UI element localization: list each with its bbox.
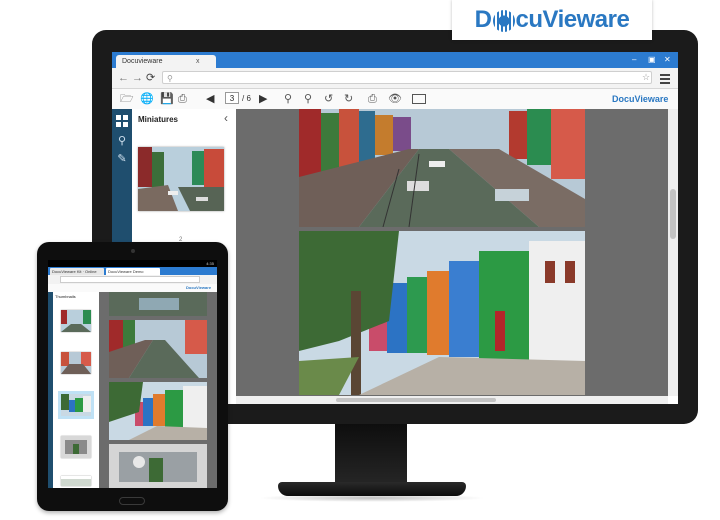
viewer-toolbar: 🗁 🌐 💾 ⎙ ◀ 3 / 6 ▶ ⚲ ⚲ ↺ ↻ ⎙ 👁 DocuViewar…: [112, 89, 678, 110]
tablet-url-input[interactable]: [60, 276, 200, 283]
tablet-document-view[interactable]: [99, 292, 217, 488]
window-close-icon[interactable]: ✕: [664, 55, 671, 65]
browser-tab-title: Docuvieware: [122, 58, 163, 65]
panel-title: Miniatures: [138, 115, 179, 124]
tablet-document-page: [109, 292, 207, 316]
vertical-scrollbar[interactable]: [668, 109, 678, 396]
collapse-panel-icon[interactable]: ‹: [224, 111, 228, 125]
page-number-input[interactable]: 3: [225, 92, 239, 104]
previous-page-icon[interactable]: ◀: [206, 93, 214, 105]
tablet-document-page: [109, 444, 207, 488]
monitor-stand-neck: [335, 424, 407, 486]
annotate-pen-icon[interactable]: ✎: [116, 153, 128, 165]
monitor-stand-base: [278, 482, 466, 496]
tablet-document-page: [109, 382, 207, 440]
browser-tab-bar: Docuvieware x – ▣ ✕: [112, 52, 678, 68]
zoom-out-icon[interactable]: ⚲: [284, 93, 292, 105]
open-folder-icon[interactable]: 🗁: [120, 93, 134, 105]
tablet-document-page: [109, 320, 207, 378]
tablet-tab[interactable]: DocuVieware Demo: [106, 268, 160, 275]
fullscreen-icon[interactable]: [412, 94, 426, 104]
browser-menu-icon[interactable]: [660, 72, 670, 84]
brand-logo: DcuVieware: [452, 0, 652, 40]
zoom-in-icon[interactable]: ⚲: [304, 93, 312, 105]
save-icon[interactable]: 💾: [160, 93, 174, 105]
tablet-screen: 4:35 DocuVieware Kit · Online DocuViewar…: [48, 260, 217, 488]
tablet-status-bar: 4:35: [48, 260, 217, 267]
rotate-left-icon[interactable]: ↺: [324, 93, 333, 105]
tablet-page-thumbnail[interactable]: [61, 310, 91, 332]
thumbnails-grid-icon[interactable]: [116, 115, 128, 127]
horizontal-scrollbar[interactable]: [236, 396, 668, 404]
next-page-icon[interactable]: ▶: [259, 93, 267, 105]
document-page: [299, 231, 585, 395]
document-view[interactable]: [236, 109, 678, 396]
tablet-toolbar-logo: DocuVieware: [186, 285, 212, 290]
tablet-page-thumbnail-selected[interactable]: [58, 391, 94, 419]
brand-logo-mark-icon: [492, 10, 515, 32]
document-page: [299, 109, 585, 227]
brand-logo-text-b: cuVieware: [515, 6, 630, 33]
tablet-panel-title: Thumbnails: [55, 294, 76, 299]
maximize-icon[interactable]: ▣: [648, 55, 656, 65]
rotate-right-icon[interactable]: ↻: [344, 93, 353, 105]
tablet-home-button[interactable]: [119, 497, 145, 505]
page-total: / 6: [242, 94, 251, 103]
tab-close-icon[interactable]: x: [196, 55, 200, 68]
brand-logo-text-a: D: [474, 6, 492, 33]
forward-arrow-icon[interactable]: →: [132, 71, 143, 85]
globe-icon[interactable]: 🌐: [140, 93, 154, 105]
tablet-page-thumbnail[interactable]: [61, 436, 91, 458]
tablet-thumbnail-panel: Thumbnails: [53, 292, 100, 488]
toolbar-logo: DocuVieware: [612, 94, 669, 104]
back-arrow-icon[interactable]: ←: [118, 71, 129, 85]
browser-address-bar: ← → ⟳ ⚲ ☆: [112, 68, 678, 89]
search-icon: ⚲: [167, 74, 173, 83]
tablet-tab-bar: DocuVieware Kit · Online DocuVieware Dem…: [48, 267, 217, 275]
page-thumbnail[interactable]: [138, 147, 224, 211]
print-icon[interactable]: ⎙: [178, 93, 187, 105]
tablet-page-thumbnail[interactable]: [61, 352, 91, 374]
tablet-tab[interactable]: DocuVieware Kit · Online: [50, 268, 104, 275]
tablet-camera: [131, 249, 135, 253]
minimize-icon[interactable]: –: [632, 55, 636, 65]
eye-icon[interactable]: 👁: [388, 93, 402, 105]
browser-tab[interactable]: Docuvieware: [116, 55, 216, 68]
tablet-page-thumbnail[interactable]: [61, 476, 91, 486]
reload-icon[interactable]: ⟳: [146, 71, 155, 85]
url-input[interactable]: ⚲: [162, 71, 652, 84]
bookmark-star-icon[interactable]: ☆: [642, 72, 650, 83]
tablet-device: 4:35 DocuVieware Kit · Online DocuViewar…: [37, 242, 228, 511]
print-page-icon[interactable]: ⎙: [368, 93, 377, 105]
search-icon[interactable]: ⚲: [116, 135, 128, 147]
